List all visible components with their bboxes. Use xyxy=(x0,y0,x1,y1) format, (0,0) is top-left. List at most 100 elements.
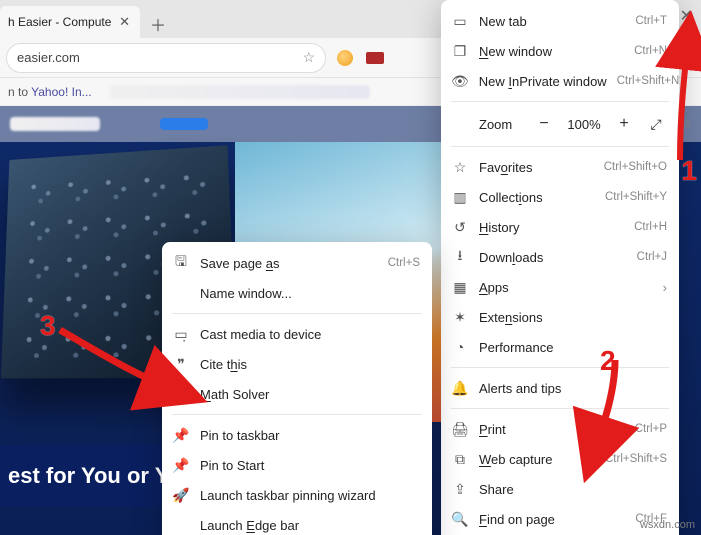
save-icon: 🖫 xyxy=(172,251,190,275)
menu-item-history[interactable]: ↺ History Ctrl+H xyxy=(441,212,679,242)
extension-icon[interactable] xyxy=(364,47,386,69)
submenu-item-cite-this[interactable]: ❞ Cite this xyxy=(162,349,432,379)
submenu-item-pin-start[interactable]: 📌 Pin to Start xyxy=(162,450,432,480)
inprivate-icon: 👁 xyxy=(451,73,469,90)
menu-shortcut: Ctrl+Shift+O xyxy=(604,161,667,173)
menu-separator xyxy=(451,408,669,409)
menu-item-collections[interactable]: ▥ Collections Ctrl+Shift+Y xyxy=(441,182,679,212)
menu-item-new-window[interactable]: ❐ New window Ctrl+N xyxy=(441,36,679,66)
apps-icon: ▦ xyxy=(451,279,469,296)
blurred-content xyxy=(110,85,370,99)
menu-shortcut: Ctrl+H xyxy=(634,221,667,233)
menu-label: Print xyxy=(479,422,625,437)
menu-shortcut: Ctrl+P xyxy=(635,423,667,435)
print-icon: 🖨 xyxy=(451,421,469,438)
menu-label: Alerts and tips xyxy=(479,381,667,396)
collections-icon: ▥ xyxy=(451,189,469,206)
zoom-out-button[interactable]: − xyxy=(533,113,555,135)
page-cta-button[interactable] xyxy=(160,118,208,130)
main-menu: ▭ New tab Ctrl+T ❐ New window Ctrl+N 👁 N… xyxy=(441,0,679,535)
url-text: easier.com xyxy=(17,50,80,65)
zoom-label: Zoom xyxy=(479,117,512,132)
zoom-value: 100% xyxy=(565,117,603,132)
submenu-item-cast[interactable]: ▭̣ Cast media to device xyxy=(162,319,432,349)
tab-title: h Easier - Computer Tu xyxy=(8,15,111,29)
submenu-item-save-page-as[interactable]: 🖫 Save page as Ctrl+S xyxy=(162,248,432,278)
menu-label: Web capture xyxy=(479,452,595,467)
menu-item-extensions[interactable]: ✶ Extensions xyxy=(441,302,679,332)
menu-separator xyxy=(451,367,669,368)
menu-label: Extensions xyxy=(479,310,667,325)
menu-label: Performance xyxy=(479,340,667,355)
zoom-in-button[interactable]: + xyxy=(613,113,635,135)
menu-separator xyxy=(172,313,422,314)
menu-item-downloads[interactable]: ⭳ Downloads Ctrl+J xyxy=(441,242,679,272)
menu-item-share[interactable]: ⇪ Share xyxy=(441,474,679,504)
menu-label: Name window... xyxy=(200,286,420,301)
menu-label: Share xyxy=(479,482,667,497)
watermark: wsxdn.com xyxy=(640,519,695,531)
browser-tab[interactable]: h Easier - Computer Tu ✕ xyxy=(0,6,140,38)
address-bar[interactable]: easier.com ☆ xyxy=(6,43,326,73)
submenu-item-math-solver[interactable]: ∑ Math Solver xyxy=(162,379,432,409)
fullscreen-button[interactable]: ⤢ xyxy=(645,113,667,135)
menu-item-performance[interactable]: ◔ Performance xyxy=(441,332,679,362)
find-icon: 🔍 xyxy=(451,511,469,528)
math-icon: ∑ xyxy=(172,386,190,402)
zoom-row: Zoom − 100% + ⤢ xyxy=(441,107,679,141)
menu-label: Math Solver xyxy=(200,387,420,402)
menu-item-alerts[interactable]: 🔔 Alerts and tips xyxy=(441,373,679,403)
menu-label: New tab xyxy=(479,14,625,29)
star-icon: ☆ xyxy=(451,159,469,176)
menu-item-web-capture[interactable]: ⧉ Web capture Ctrl+Shift+S xyxy=(441,444,679,474)
annotation-number-2: 2 xyxy=(600,345,616,377)
chevron-right-icon: › xyxy=(663,280,667,295)
pin-icon: 📌 xyxy=(172,427,190,444)
menu-label: New window xyxy=(479,44,624,59)
menu-item-favorites[interactable]: ☆ Favorites Ctrl+Shift+O xyxy=(441,152,679,182)
submenu-item-launch-edge-bar[interactable]: Launch Edge bar xyxy=(162,510,432,535)
new-tab-icon: ▭ xyxy=(451,13,469,30)
pin-icon: 📌 xyxy=(172,457,190,474)
favorite-star-icon[interactable]: ☆ xyxy=(302,49,315,66)
menu-item-apps[interactable]: ▦ Apps › xyxy=(441,272,679,302)
favorites-bar-item[interactable]: n to Yahoo! In... xyxy=(8,85,92,99)
menu-label: Save page as xyxy=(200,256,378,271)
cast-icon: ▭̣ xyxy=(172,326,190,343)
menu-label: Downloads xyxy=(479,250,627,265)
cite-icon: ❞ xyxy=(172,356,190,373)
submenu-item-launch-pinning-wizard[interactable]: 🚀 Launch taskbar pinning wizard xyxy=(162,480,432,510)
submenu-item-name-window[interactable]: Name window... xyxy=(162,278,432,308)
submenu-item-pin-taskbar[interactable]: 📌 Pin to taskbar xyxy=(162,420,432,450)
extensions-icon: ✶ xyxy=(451,309,469,326)
menu-label: Collections xyxy=(479,190,595,205)
more-tools-submenu: 🖫 Save page as Ctrl+S Name window... ▭̣ … xyxy=(162,242,432,535)
menu-item-new-tab[interactable]: ▭ New tab Ctrl+T xyxy=(441,6,679,36)
menu-shortcut: Ctrl+N xyxy=(634,45,667,57)
profile-icon[interactable] xyxy=(334,47,356,69)
menu-separator xyxy=(451,101,669,102)
menu-shortcut: Ctrl+T xyxy=(635,15,667,27)
web-capture-icon: ⧉ xyxy=(451,451,469,468)
menu-label: Launch taskbar pinning wizard xyxy=(200,488,420,503)
close-icon[interactable]: ✕ xyxy=(117,14,132,30)
share-icon: ⇪ xyxy=(451,481,469,498)
history-icon: ↺ xyxy=(451,219,469,236)
new-window-icon: ❐ xyxy=(451,43,469,60)
menu-item-print[interactable]: 🖨 Print Ctrl+P xyxy=(441,414,679,444)
menu-separator xyxy=(172,414,422,415)
menu-label: Favorites xyxy=(479,160,594,175)
menu-item-inprivate[interactable]: 👁 New InPrivate window Ctrl+Shift+N xyxy=(441,66,679,96)
new-tab-button[interactable]: ＋ xyxy=(144,10,172,38)
menu-label: Find on page xyxy=(479,512,625,527)
menu-label: Launch Edge bar xyxy=(200,518,420,533)
menu-shortcut: Ctrl+J xyxy=(637,251,667,263)
performance-icon: ◔ xyxy=(451,339,469,355)
menu-label: Pin to Start xyxy=(200,458,420,473)
annotation-number-1: 1 xyxy=(681,155,697,187)
menu-label: Cast media to device xyxy=(200,327,420,342)
bell-icon: 🔔 xyxy=(451,380,469,397)
menu-label: Cite this xyxy=(200,357,420,372)
menu-label: New InPrivate window xyxy=(479,74,607,89)
window-close-button[interactable]: ✕ xyxy=(680,6,693,26)
